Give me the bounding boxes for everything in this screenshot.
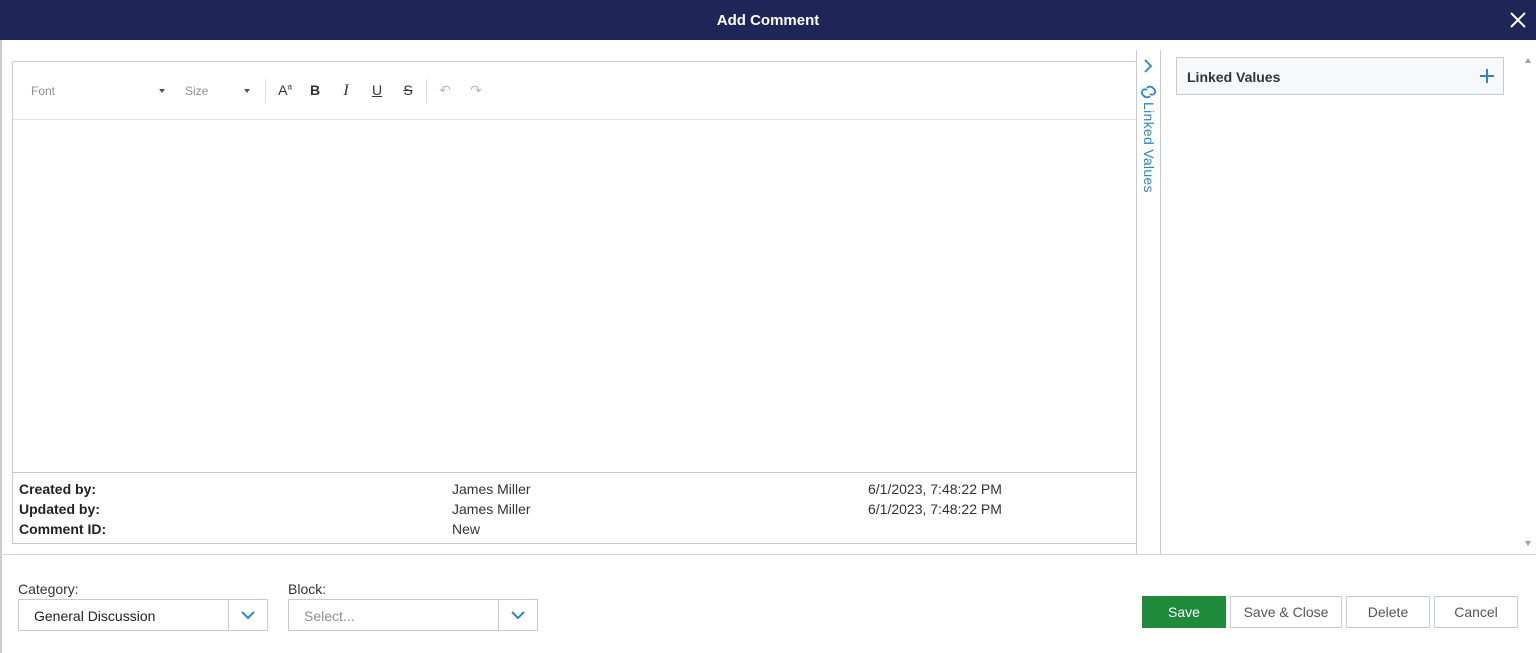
comment-editor: Font Size Aa B I U S ↶ ↷ Created by: Jam… [12, 61, 1137, 544]
panel-scrollbar[interactable] [1520, 50, 1536, 554]
toolbar-divider [265, 79, 266, 103]
dialog-title: Add Comment [716, 12, 820, 29]
dialog-title-bar: Add Comment [0, 0, 1536, 40]
delete-button[interactable]: Delete [1346, 596, 1430, 628]
linked-values-side-tab[interactable]: Linked Values [1136, 50, 1161, 554]
editor-toolbar: Font Size Aa B I U S ↶ ↷ [13, 62, 1136, 120]
updated-at-value: 6/1/2023, 7:48:22 PM [868, 501, 1002, 517]
underline-button[interactable]: U [367, 82, 387, 100]
font-color-button[interactable]: Aa [275, 82, 295, 100]
linked-values-panel: Linked Values [1176, 57, 1504, 95]
close-icon[interactable] [1508, 10, 1528, 30]
editor-text-area[interactable] [13, 120, 1136, 471]
updated-by-label: Updated by: [19, 501, 100, 517]
chevron-down-icon [511, 611, 525, 620]
block-dropdown-button[interactable] [498, 600, 537, 630]
scroll-up-icon[interactable] [1525, 58, 1531, 63]
updated-by-value: James Miller [452, 501, 531, 517]
category-label: Category: [18, 581, 79, 597]
block-label: Block: [288, 581, 327, 597]
italic-button[interactable]: I [336, 82, 356, 100]
bold-button[interactable]: B [305, 82, 325, 100]
size-caret-icon[interactable] [244, 89, 250, 93]
comment-metadata: Created by: James Miller 6/1/2023, 7:48:… [13, 472, 1136, 544]
comment-id-value: New [452, 521, 481, 537]
save-button[interactable]: Save [1142, 596, 1226, 628]
toolbar-divider [426, 79, 427, 103]
scroll-down-icon[interactable] [1525, 541, 1531, 546]
category-dropdown[interactable]: General Discussion [18, 599, 268, 631]
size-select[interactable]: Size [185, 84, 208, 98]
comment-id-label: Comment ID: [19, 521, 107, 537]
save-and-close-button[interactable]: Save & Close [1230, 596, 1342, 628]
redo-button[interactable]: ↷ [466, 82, 486, 100]
strikethrough-button[interactable]: S [398, 82, 418, 100]
footer-divider [0, 554, 1536, 555]
font-select[interactable]: Font [31, 84, 55, 98]
cancel-button[interactable]: Cancel [1434, 596, 1518, 628]
undo-button[interactable]: ↶ [435, 82, 455, 100]
left-edge-divider [0, 40, 2, 653]
block-placeholder: Select... [304, 608, 355, 624]
linked-values-title: Linked Values [1187, 69, 1281, 85]
category-value: General Discussion [34, 608, 156, 624]
plus-icon[interactable] [1479, 68, 1495, 89]
font-caret-icon[interactable] [159, 89, 165, 93]
block-dropdown[interactable]: Select... [288, 599, 538, 631]
category-dropdown-button[interactable] [228, 600, 267, 630]
created-by-value: James Miller [452, 481, 531, 497]
created-at-value: 6/1/2023, 7:48:22 PM [868, 481, 1002, 497]
chevron-right-icon[interactable] [1142, 59, 1154, 78]
created-by-label: Created by: [19, 481, 97, 497]
side-tab-label: Linked Values [1141, 102, 1157, 193]
chevron-down-icon [241, 611, 255, 620]
